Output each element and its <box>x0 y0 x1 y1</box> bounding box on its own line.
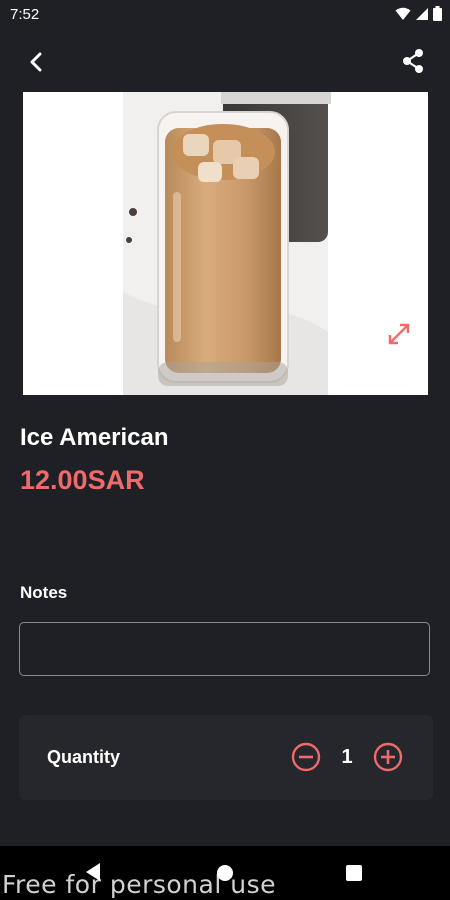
quantity-value: 1 <box>341 746 353 768</box>
nav-recents-icon[interactable] <box>345 864 363 887</box>
iced-coffee-image <box>23 92 428 395</box>
nav-back-icon[interactable] <box>84 862 102 887</box>
minus-circle-icon <box>291 742 321 772</box>
status-time: 7:52 <box>10 6 40 23</box>
product-name: Ice American <box>20 424 169 451</box>
chevron-left-icon <box>30 52 42 72</box>
increase-quantity-button[interactable] <box>373 742 403 772</box>
product-image <box>23 92 428 395</box>
back-button[interactable] <box>22 48 50 76</box>
share-button[interactable] <box>398 46 428 76</box>
plus-circle-icon <box>373 742 403 772</box>
nav-home-icon[interactable] <box>216 864 234 887</box>
signal-icon <box>415 7 429 26</box>
system-nav-bar <box>0 846 450 900</box>
status-bar: 7:52 <box>0 0 450 30</box>
product-price: 12.00SAR <box>20 465 145 495</box>
share-icon <box>403 49 423 73</box>
battery-icon <box>433 6 442 26</box>
app-bar <box>0 30 450 90</box>
notes-label: Notes <box>20 583 68 602</box>
quantity-label: Quantity <box>47 747 121 767</box>
wifi-icon <box>395 7 411 26</box>
decrease-quantity-button[interactable] <box>291 742 321 772</box>
status-icons <box>395 6 442 26</box>
expand-icon <box>388 323 410 345</box>
quantity-card: Quantity 1 <box>19 715 433 800</box>
notes-input[interactable] <box>19 622 430 676</box>
expand-image-button[interactable] <box>386 321 412 347</box>
